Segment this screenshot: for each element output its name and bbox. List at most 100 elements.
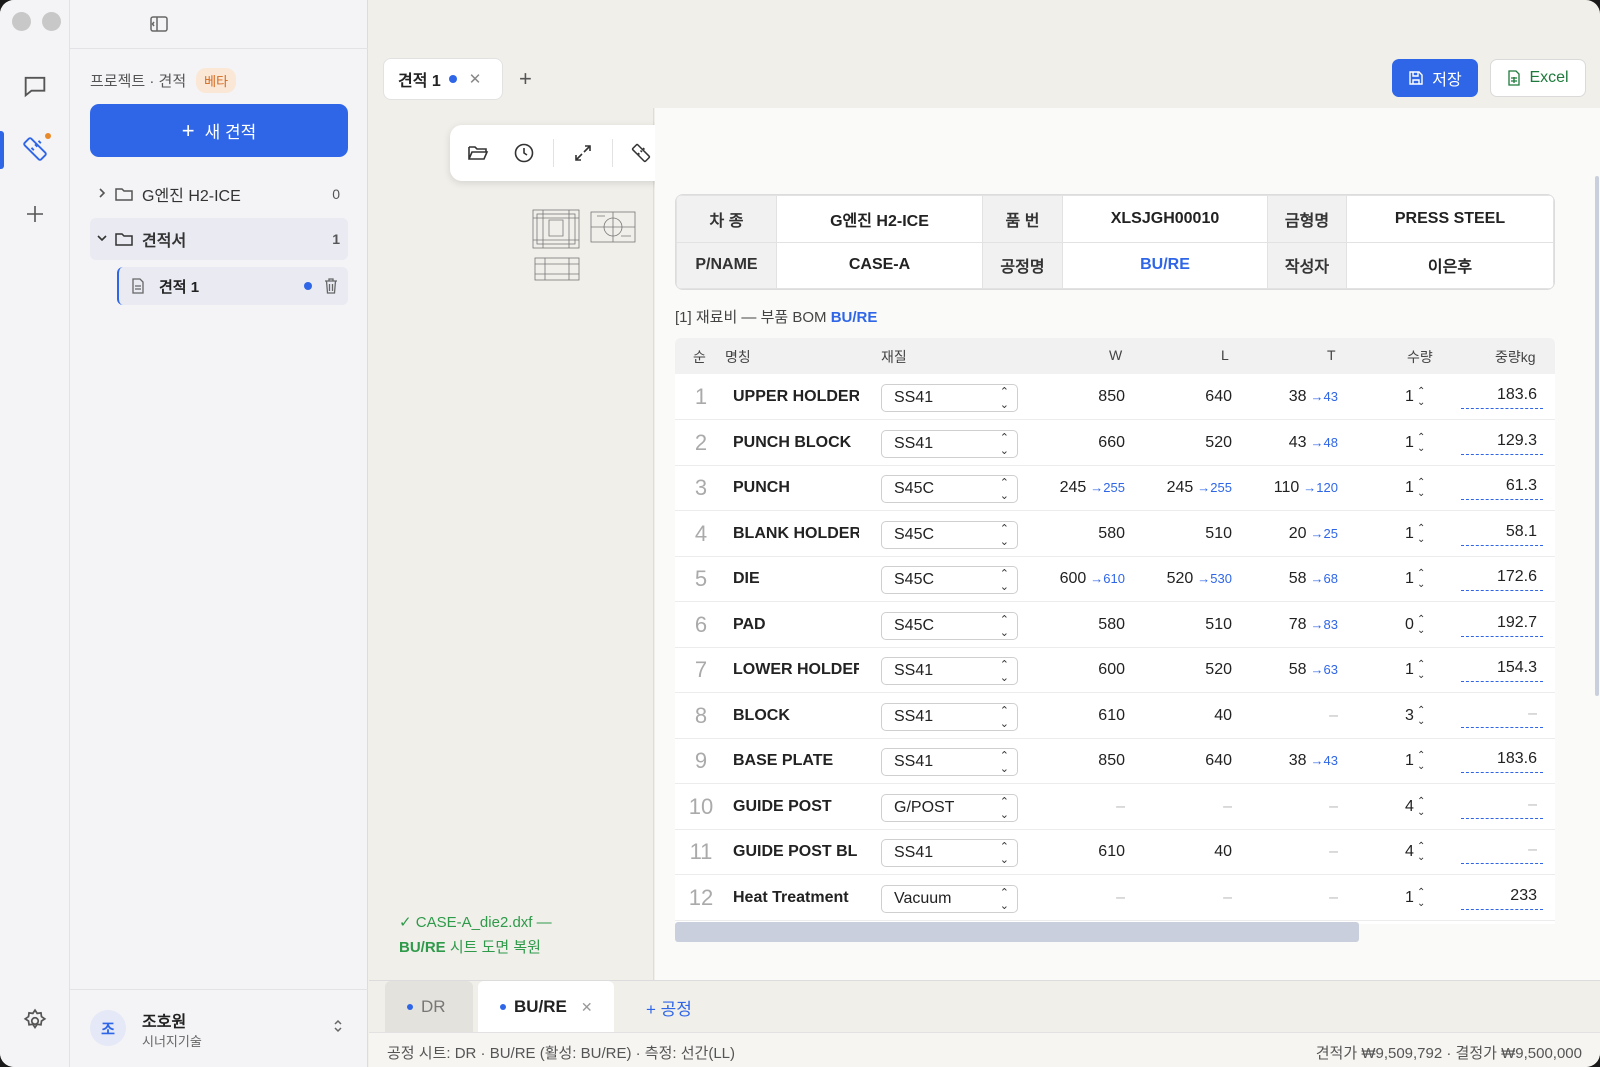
dim-t[interactable]: 20 →25: [1289, 525, 1338, 543]
value-author[interactable]: 이은후: [1346, 241, 1554, 289]
minimize-window-button[interactable]: [42, 12, 61, 31]
weight-value[interactable]: 154.3: [1461, 659, 1543, 682]
dim-l[interactable]: 640: [1205, 388, 1232, 406]
value-p-name[interactable]: CASE-A: [776, 241, 983, 289]
weight-value[interactable]: 129.3: [1461, 432, 1543, 455]
weight-value[interactable]: 183.6: [1461, 386, 1543, 409]
part-name[interactable]: LOWER HOLDER: [733, 661, 859, 679]
horizontal-scrollbar[interactable]: [675, 922, 1359, 942]
dim-t[interactable]: 78 →83: [1289, 616, 1338, 634]
value-die-name[interactable]: PRESS STEEL: [1346, 195, 1554, 243]
dim-l[interactable]: 520 →530: [1167, 570, 1232, 588]
part-name[interactable]: Heat Treatment: [733, 889, 859, 907]
quantity-value[interactable]: 1: [1405, 661, 1414, 679]
expand-icon[interactable]: [563, 134, 603, 172]
dim-t[interactable]: –: [1329, 707, 1338, 725]
material-select[interactable]: SS41 ⌃ ⌄: [881, 384, 1018, 412]
material-select[interactable]: S45C ⌃ ⌄: [881, 611, 1018, 640]
quantity-value[interactable]: 4: [1405, 843, 1414, 861]
quantity-stepper-icon[interactable]: ⌃ ⌄: [1417, 796, 1425, 818]
dim-w[interactable]: 610: [1098, 707, 1125, 725]
weight-value[interactable]: 61.3: [1461, 477, 1543, 500]
dim-w[interactable]: 580: [1098, 616, 1125, 634]
quantity-stepper-icon[interactable]: ⌃ ⌄: [1417, 523, 1425, 545]
part-name[interactable]: BLOCK: [733, 707, 859, 725]
part-name[interactable]: GUIDE POST: [733, 798, 859, 816]
part-name[interactable]: PUNCH BLOCK: [733, 434, 859, 452]
quantity-value[interactable]: 1: [1405, 570, 1414, 588]
part-name[interactable]: BASE PLATE: [733, 752, 859, 770]
excel-export-button[interactable]: Excel: [1490, 59, 1586, 97]
tab-process-bure[interactable]: BU/RE ✕: [478, 981, 614, 1033]
material-select[interactable]: SS41 ⌃ ⌄: [881, 702, 1018, 731]
material-select[interactable]: S45C ⌃ ⌄: [881, 475, 1018, 503]
table-row[interactable]: 2 PUNCH BLOCK SS41 ⌃ ⌄ 660 520 43 →48 1 ⌃ ⌄ 129.3: [675, 420, 1555, 466]
close-window-button[interactable]: [12, 12, 31, 31]
dim-w[interactable]: 580: [1098, 525, 1125, 543]
dim-w[interactable]: 850: [1098, 388, 1125, 406]
dim-w[interactable]: –: [1116, 889, 1125, 907]
material-select[interactable]: SS41 ⌃ ⌄: [881, 657, 1018, 685]
add-icon[interactable]: [17, 196, 53, 232]
history-clock-icon[interactable]: [504, 134, 544, 172]
dim-w[interactable]: 600 →610: [1060, 570, 1125, 588]
quantity-stepper-icon[interactable]: ⌃ ⌄: [1417, 841, 1425, 863]
value-part-no[interactable]: XLSJGH00010: [1062, 195, 1268, 243]
table-row[interactable]: 1 UPPER HOLDER SS41 ⌃ ⌄ 850 640 38 →43 1 ⌃ ⌄ 183.6: [675, 374, 1555, 420]
tab-process-dr[interactable]: DR: [385, 981, 473, 1033]
dim-t[interactable]: 58 →68: [1289, 570, 1338, 588]
quantity-value[interactable]: 4: [1405, 798, 1414, 816]
weight-value[interactable]: –: [1461, 796, 1543, 819]
quantity-stepper-icon[interactable]: ⌃ ⌄: [1417, 750, 1425, 772]
chat-icon[interactable]: [17, 68, 53, 104]
table-row[interactable]: 11 GUIDE POST BL SS41 ⌃ ⌄ 610 40–4 ⌃ ⌄ –: [675, 829, 1555, 875]
material-select[interactable]: SS41 ⌃ ⌄: [881, 429, 1018, 458]
quantity-stepper-icon[interactable]: ⌃ ⌄: [1417, 887, 1425, 909]
table-row[interactable]: 5 DIE S45C ⌃ ⌄ 600 →610 520 →530 58 →68 1 ⌃ ⌄ 172.6: [675, 556, 1555, 602]
material-select[interactable]: S45C ⌃ ⌄: [881, 520, 1018, 549]
dim-l[interactable]: 40: [1214, 843, 1232, 861]
quantity-value[interactable]: 1: [1405, 479, 1414, 497]
dim-w[interactable]: 600: [1098, 661, 1125, 679]
drawing-canvas[interactable]: ✓ CASE-A_die2.dxf — BU/RE 시트 도면 복원: [369, 108, 654, 980]
quantity-value[interactable]: 1: [1405, 889, 1414, 907]
weight-value[interactable]: 192.7: [1461, 614, 1543, 637]
part-name[interactable]: GUIDE POST BL: [733, 843, 859, 861]
chevron-down-icon[interactable]: [90, 232, 114, 247]
quantity-value[interactable]: 1: [1405, 388, 1414, 406]
dim-t[interactable]: –: [1329, 798, 1338, 816]
quantity-stepper-icon[interactable]: ⌃ ⌄: [1417, 432, 1425, 454]
material-select[interactable]: SS41 ⌃ ⌄: [881, 748, 1018, 776]
table-row[interactable]: 7 LOWER HOLDER SS41 ⌃ ⌄ 600 520 58 →63 1 ⌃ ⌄ 154.3: [675, 647, 1555, 693]
dim-w[interactable]: 245 →255: [1060, 479, 1125, 497]
dim-t[interactable]: 38 →43: [1289, 752, 1338, 770]
weight-value[interactable]: –: [1461, 705, 1543, 728]
dim-t[interactable]: –: [1329, 889, 1338, 907]
dim-t[interactable]: 110 →120: [1274, 479, 1338, 497]
dim-w[interactable]: 660: [1098, 434, 1125, 452]
dim-w[interactable]: 610: [1098, 843, 1125, 861]
add-tab-icon[interactable]: +: [519, 66, 532, 92]
trash-icon[interactable]: [324, 278, 338, 294]
dim-l[interactable]: 510: [1205, 525, 1232, 543]
part-name[interactable]: BLANK HOLDER: [733, 525, 859, 543]
dim-w[interactable]: –: [1116, 798, 1125, 816]
dim-l[interactable]: 520: [1205, 434, 1232, 452]
table-row[interactable]: 10 GUIDE POST G/POST ⌃ ⌄ – – –4 ⌃ ⌄ –: [675, 784, 1555, 830]
dim-l[interactable]: 510: [1205, 616, 1232, 634]
dim-l[interactable]: 520: [1205, 661, 1232, 679]
part-name[interactable]: PAD: [733, 616, 859, 634]
dim-l[interactable]: –: [1223, 798, 1232, 816]
dxf-drawing-thumbnail[interactable]: [531, 208, 641, 284]
dim-l[interactable]: –: [1223, 889, 1232, 907]
new-estimate-button[interactable]: + 새 견적: [90, 104, 348, 157]
tree-folder-estimates[interactable]: 견적서 1: [90, 218, 348, 260]
quantity-stepper-icon[interactable]: ⌃ ⌄: [1417, 477, 1425, 499]
quantity-stepper-icon[interactable]: ⌃ ⌄: [1417, 614, 1425, 636]
weight-value[interactable]: –: [1461, 841, 1543, 864]
vertical-scrollbar[interactable]: [1595, 176, 1599, 696]
tree-file-estimate-1[interactable]: 견적 1: [117, 267, 348, 305]
quantity-value[interactable]: 1: [1405, 752, 1414, 770]
dim-l[interactable]: 40: [1214, 707, 1232, 725]
value-process[interactable]: BU/RE: [1062, 241, 1268, 289]
